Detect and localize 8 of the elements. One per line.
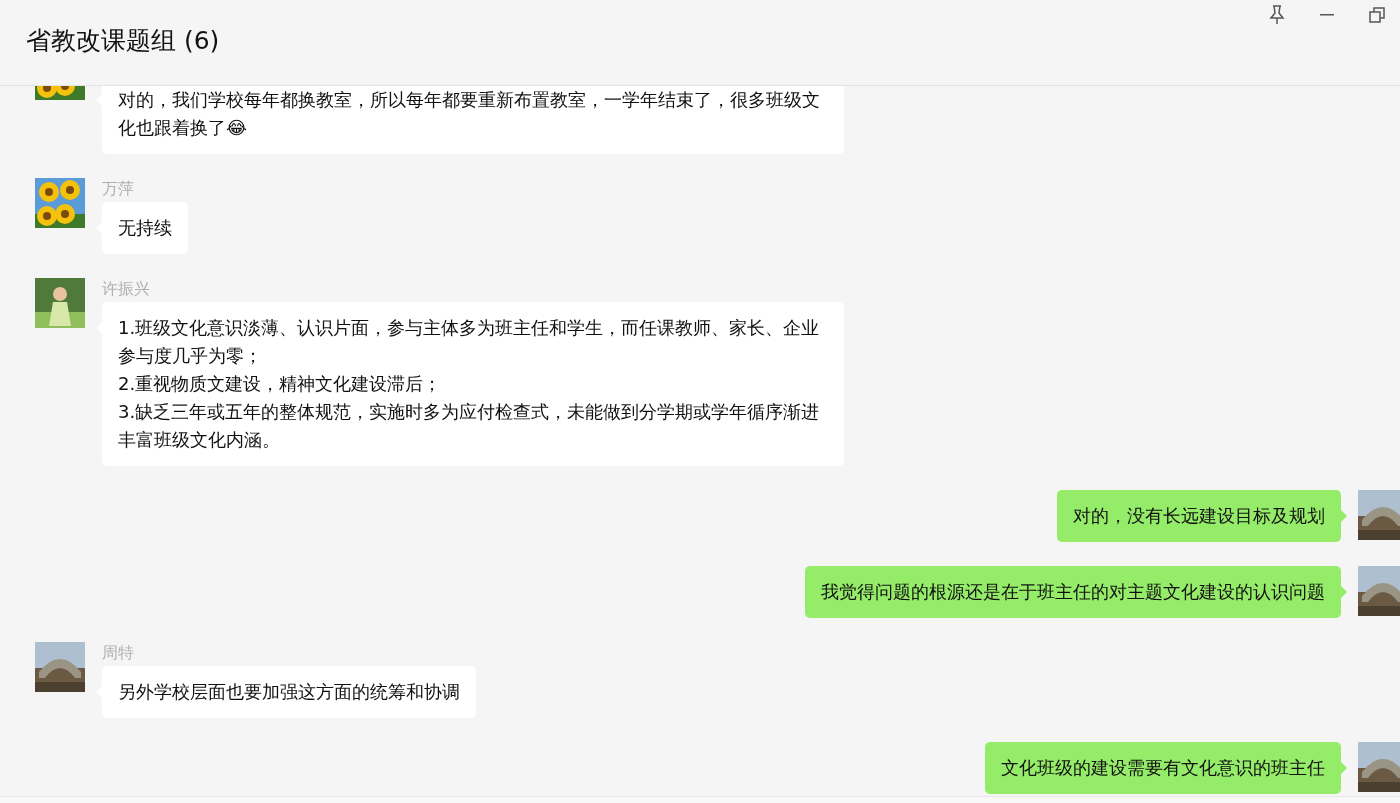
window-title: 省教改课题组 (6) [26,25,220,57]
sender-name: 许振兴 [102,278,150,299]
pin-icon [1269,5,1285,25]
restore-button[interactable] [1366,4,1388,26]
sender-name: 万萍 [102,178,134,199]
sender-name: 周特 [102,642,134,663]
restore-icon [1369,7,1385,23]
minimize-icon [1320,14,1334,16]
